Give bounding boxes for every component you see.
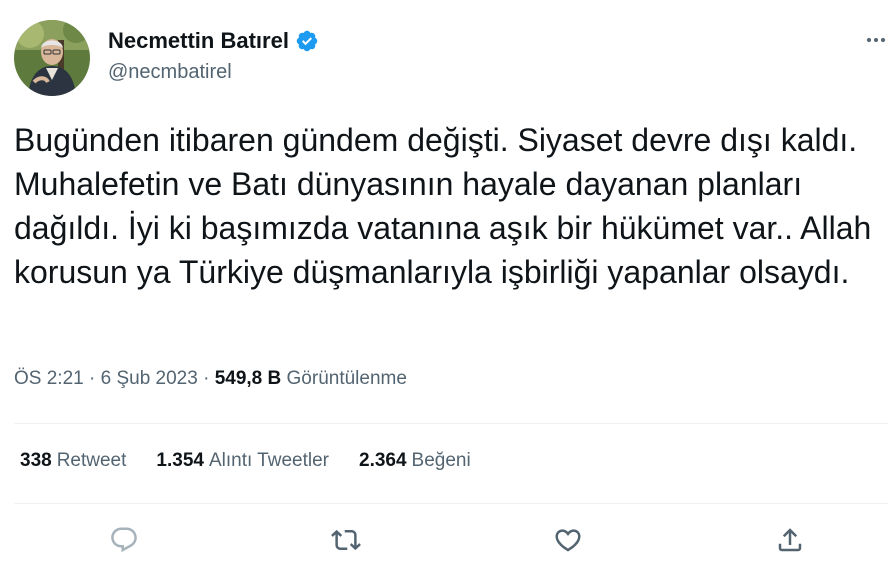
- likes-count: 2.364: [359, 450, 407, 471]
- heart-icon: [555, 529, 581, 552]
- likes-stat[interactable]: 2.364 Beğeni: [359, 448, 471, 474]
- more-icon: [867, 38, 871, 42]
- display-name-row[interactable]: Necmettin Batırel: [108, 28, 319, 54]
- divider: [14, 503, 888, 504]
- like-button[interactable]: [548, 520, 588, 560]
- tweet-time[interactable]: ÖS 2:21: [14, 368, 84, 389]
- likes-label: Beğeni: [411, 450, 471, 471]
- reply-icon: [111, 527, 137, 553]
- retweet-button[interactable]: [326, 520, 366, 560]
- tweet-actions: [0, 520, 890, 560]
- views-label: Görüntülenme: [286, 368, 407, 389]
- username[interactable]: @necmbatirel: [108, 60, 232, 84]
- divider: [14, 423, 888, 424]
- retweets-label: Retweet: [56, 450, 127, 471]
- verified-badge-icon: [295, 29, 319, 53]
- retweets-stat[interactable]: 338 Retweet: [20, 448, 126, 474]
- meta-separator: ·: [89, 368, 96, 389]
- tweet-date[interactable]: 6 Şub 2023: [101, 368, 198, 389]
- meta-separator: ·: [203, 368, 210, 389]
- views-count: 549,8 B: [214, 368, 282, 389]
- quotes-label: Alıntı Tweetler: [208, 450, 329, 471]
- more-button[interactable]: [864, 30, 888, 50]
- share-button[interactable]: [770, 520, 810, 560]
- tweet-meta: ÖS 2:21 · 6 Şub 2023 · 549,8 B Görüntüle…: [14, 366, 407, 392]
- quotes-count: 1.354: [156, 450, 204, 471]
- quotes-stat[interactable]: 1.354 Alıntı Tweetler: [156, 448, 329, 474]
- tweet-stats: 338 Retweet 1.354 Alıntı Tweetler 2.364 Beğ…: [20, 448, 471, 474]
- reply-button[interactable]: [104, 520, 144, 560]
- share-icon: [778, 528, 802, 552]
- retweets-count: 338: [20, 450, 52, 471]
- avatar[interactable]: [14, 20, 90, 96]
- retweet-icon: [331, 529, 361, 551]
- display-name[interactable]: Necmettin Batırel: [108, 28, 289, 54]
- tweet-text: Bugünden itibaren gündem değişti. Siyase…: [14, 122, 872, 290]
